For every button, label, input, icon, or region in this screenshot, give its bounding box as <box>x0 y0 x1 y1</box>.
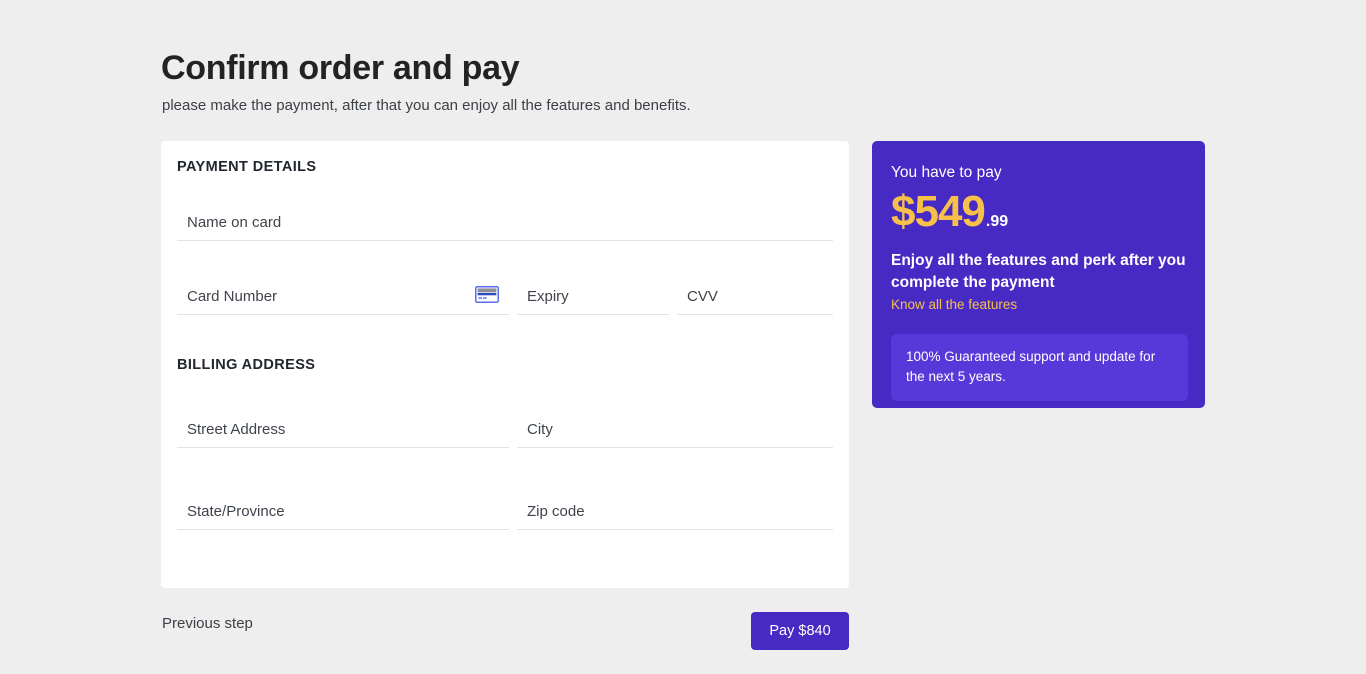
expiry-field[interactable]: Expiry <box>517 271 669 315</box>
name-on-card-field[interactable]: Name on card <box>177 197 833 241</box>
zip-code-placeholder: Zip code <box>527 503 585 520</box>
street-address-placeholder: Street Address <box>187 421 285 438</box>
credit-card-icon <box>475 286 499 303</box>
expiry-placeholder: Expiry <box>527 288 569 305</box>
state-province-field[interactable]: State/Province <box>177 486 509 530</box>
payment-form-card: PAYMENT DETAILS Name on card Card Number… <box>161 141 849 588</box>
guarantee-box: 100% Guaranteed support and update for t… <box>891 334 1188 401</box>
payment-page: Confirm order and pay please make the pa… <box>0 0 1366 674</box>
pay-button[interactable]: Pay $840 <box>751 612 849 650</box>
card-number-field[interactable]: Card Number <box>177 271 509 315</box>
city-field[interactable]: City <box>517 404 833 448</box>
cvv-placeholder: CVV <box>687 288 718 305</box>
guarantee-text: 100% Guaranteed support and update for t… <box>906 347 1173 387</box>
payment-details-heading: PAYMENT DETAILS <box>177 159 316 175</box>
card-number-placeholder: Card Number <box>187 288 277 305</box>
price-cents: .99 <box>986 213 1008 230</box>
know-all-features-link[interactable]: Know all the features <box>891 297 1017 312</box>
city-placeholder: City <box>527 421 553 438</box>
zip-code-field[interactable]: Zip code <box>517 486 833 530</box>
summary-description: Enjoy all the features and perk after yo… <box>891 250 1186 294</box>
name-on-card-placeholder: Name on card <box>187 214 281 231</box>
price-display: $549.99 <box>891 190 1186 234</box>
state-province-placeholder: State/Province <box>187 503 285 520</box>
cvv-field[interactable]: CVV <box>677 271 833 315</box>
previous-step-link[interactable]: Previous step <box>162 615 253 632</box>
page-subtitle: please make the payment, after that you … <box>162 96 691 116</box>
amount-due-label: You have to pay <box>891 163 1186 183</box>
street-address-field[interactable]: Street Address <box>177 404 509 448</box>
page-title: Confirm order and pay <box>161 46 519 90</box>
billing-address-heading: BILLING ADDRESS <box>177 357 315 373</box>
price-amount: $549 <box>891 187 985 236</box>
order-summary-panel: You have to pay $549.99 Enjoy all the fe… <box>872 141 1205 408</box>
